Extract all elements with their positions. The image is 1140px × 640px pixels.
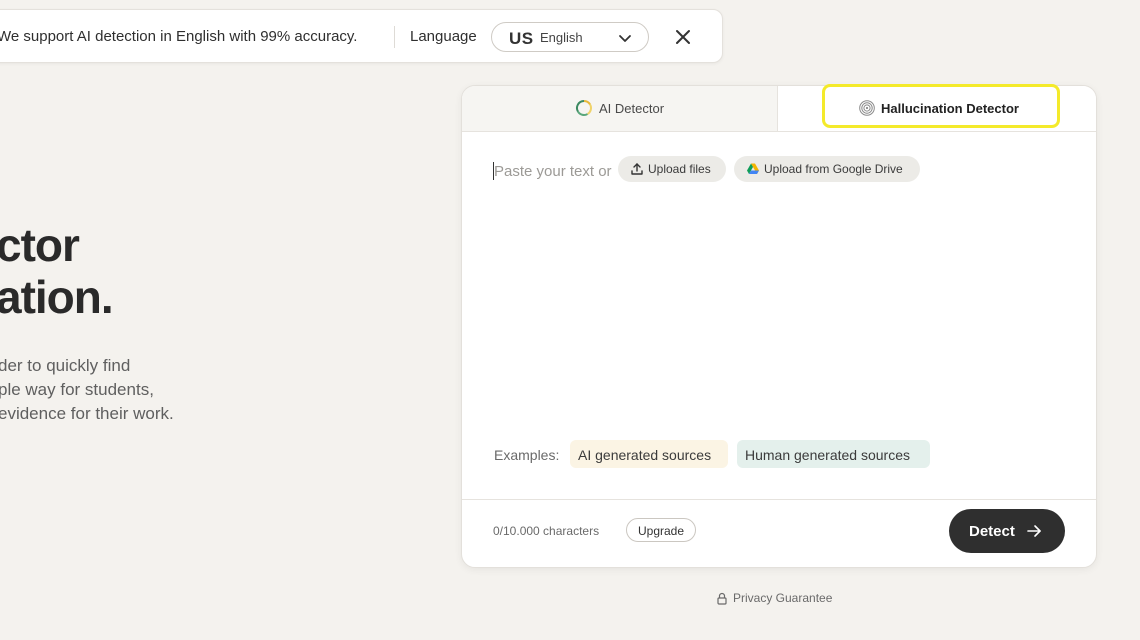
progress-ring-icon [576, 100, 592, 116]
upgrade-button[interactable]: Upgrade [626, 518, 696, 542]
example-ai-generated-label: AI generated sources [578, 447, 712, 463]
upload-files-label: Upload files [648, 162, 711, 176]
lock-icon [717, 592, 727, 605]
tab-ai-detector[interactable]: AI Detector [462, 86, 778, 131]
detect-label: Detect [969, 523, 1015, 540]
language-label: Language [410, 28, 477, 45]
example-human-generated-sources[interactable]: Human generated sources [737, 440, 930, 468]
upload-google-drive-label: Upload from Google Drive [764, 162, 903, 176]
banner-divider [394, 26, 395, 48]
text-input-placeholder: Paste your text or [494, 163, 612, 180]
hero-title-line-1: ctor [0, 219, 80, 271]
character-count: 0/10.000 characters [493, 524, 600, 538]
detect-button[interactable]: Detect [949, 509, 1065, 553]
upgrade-label: Upgrade [638, 524, 685, 538]
hero-title-line-2: ation. [0, 271, 114, 323]
tab-hallucination-detector-label: Hallucination Detector [881, 101, 1019, 116]
upload-files-button[interactable]: Upload files [618, 156, 726, 182]
detector-card: AI Detector Hallucination Detector Paste… [461, 85, 1097, 568]
privacy-guarantee-label: Privacy Guarantee [733, 591, 833, 605]
detector-footer: 0/10.000 characters Upgrade Detect [462, 499, 1096, 567]
tab-hallucination-detector[interactable]: Hallucination Detector [778, 86, 1096, 131]
hero-description-line-1: der to quickly find [0, 356, 131, 375]
example-ai-generated-sources[interactable]: AI generated sources [570, 440, 728, 468]
text-input-area[interactable]: Paste your text or Upload files Upload f… [493, 156, 1063, 188]
privacy-guarantee-link[interactable]: Privacy Guarantee [716, 591, 856, 607]
upload-icon [631, 163, 643, 175]
close-icon[interactable] [673, 27, 693, 47]
language-banner: We support AI detection in English with … [0, 9, 723, 63]
arrow-right-icon [1027, 525, 1041, 537]
fingerprint-icon [859, 100, 875, 116]
hero-description-line-2: ple way for students, [0, 380, 154, 399]
us-flag-icon: US [509, 29, 534, 48]
detector-tabs: AI Detector Hallucination Detector [462, 86, 1096, 132]
google-drive-icon [747, 163, 759, 174]
language-selected-value: English [540, 30, 583, 45]
examples-row: Examples: AI generated sources Human gen… [493, 440, 993, 470]
hero-description-line-3: evidence for their work. [0, 404, 174, 423]
banner-message: We support AI detection in English with … [0, 28, 358, 45]
example-human-generated-label: Human generated sources [745, 447, 910, 463]
examples-label: Examples: [494, 447, 560, 463]
chevron-down-icon [619, 35, 631, 42]
language-select[interactable]: US English [491, 22, 649, 52]
upload-google-drive-button[interactable]: Upload from Google Drive [734, 156, 920, 182]
tab-ai-detector-label: AI Detector [599, 101, 665, 116]
